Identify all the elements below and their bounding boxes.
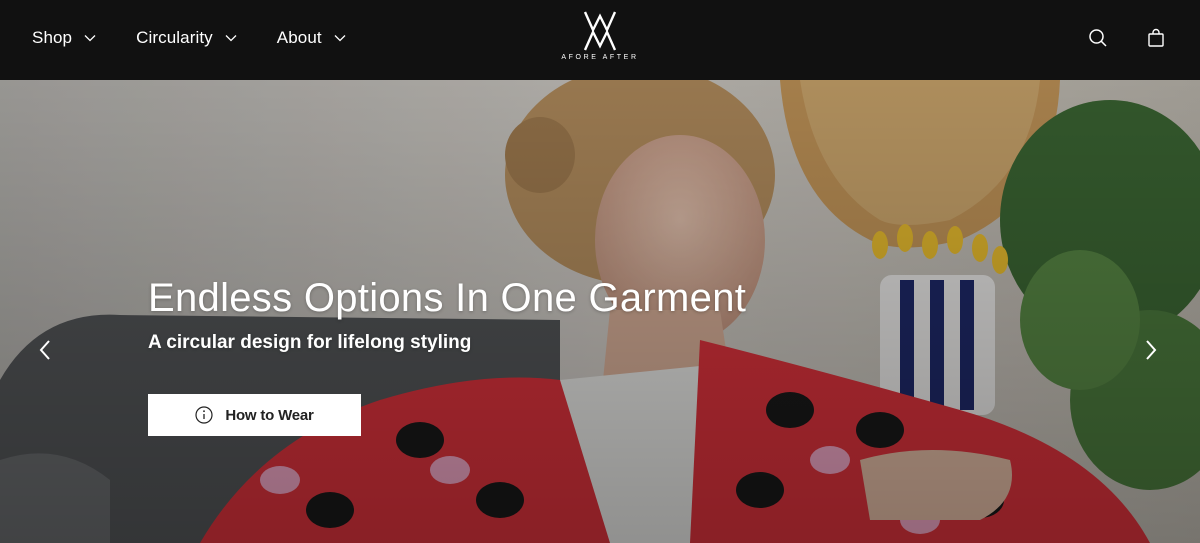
logo-text: AFORE AFTER <box>561 54 639 61</box>
site-header: Shop Circularity About AFORE AFTER <box>0 0 1200 80</box>
nav-shop[interactable]: Shop <box>32 28 96 48</box>
nav-about[interactable]: About <box>277 28 346 48</box>
chevron-down-icon <box>225 35 237 42</box>
chevron-down-icon <box>84 35 96 42</box>
info-icon <box>195 406 213 424</box>
main-nav: Shop Circularity About <box>32 0 386 76</box>
nav-circularity-label: Circularity <box>136 28 213 47</box>
hero-carousel: Endless Options In One Garment A circula… <box>0 80 1200 543</box>
chevron-down-icon <box>334 35 346 42</box>
nav-shop-label: Shop <box>32 28 73 47</box>
nav-circularity[interactable]: Circularity <box>136 28 237 48</box>
chevron-left-icon[interactable] <box>37 338 53 362</box>
how-to-wear-label: How to Wear <box>225 406 314 424</box>
nav-about-label: About <box>276 28 322 47</box>
chevron-right-icon[interactable] <box>1143 338 1159 362</box>
logo-mark-icon <box>583 11 617 51</box>
hero-subtitle: A circular design for lifelong styling <box>148 332 472 353</box>
shopping-bag-icon[interactable] <box>1146 28 1166 48</box>
search-icon[interactable] <box>1088 28 1108 48</box>
brand-logo[interactable]: AFORE AFTER <box>560 10 640 68</box>
hero-title: Endless Options In One Garment <box>148 276 747 320</box>
how-to-wear-button[interactable]: How to Wear <box>148 394 361 436</box>
